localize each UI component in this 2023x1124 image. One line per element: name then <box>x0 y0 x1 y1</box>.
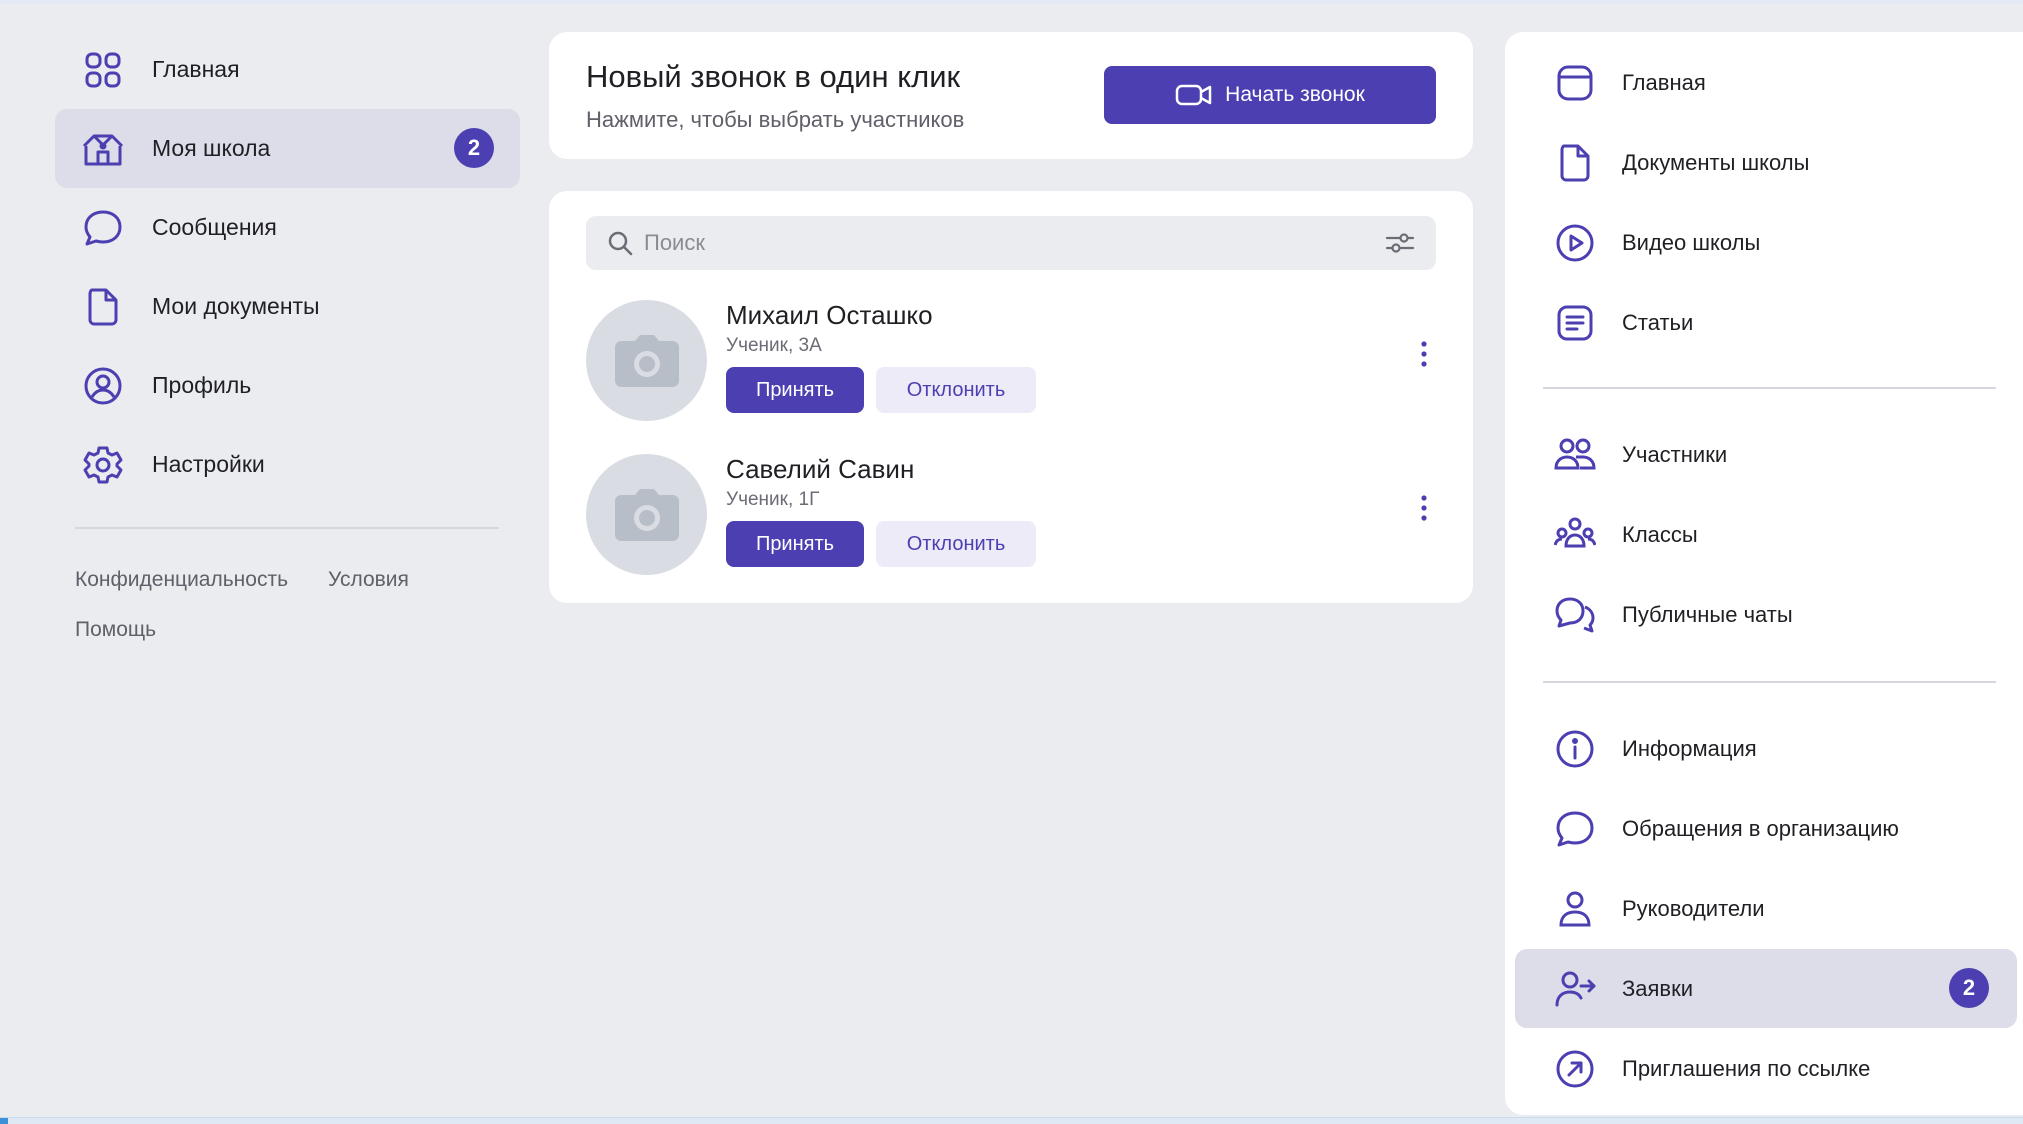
gear-icon <box>81 443 125 487</box>
divider <box>75 527 499 529</box>
school-nav-label: Классы <box>1622 521 1698 547</box>
school-nav-articles[interactable]: Статьи <box>1515 283 2017 362</box>
school-menu-panel: Главная Документы школы Видео школы Стат… <box>1505 32 2023 1115</box>
more-options-icon[interactable] <box>1412 338 1436 370</box>
school-nav-home[interactable]: Главная <box>1515 43 2017 122</box>
nav-item-profile[interactable]: Профиль <box>55 346 520 425</box>
decline-button[interactable]: Отклонить <box>876 367 1036 413</box>
divider <box>1543 387 1996 389</box>
school-nav-label: Обращения в организацию <box>1622 815 1899 841</box>
nav-item-label: Сообщения <box>152 214 277 240</box>
school-nav-label: Публичные чаты <box>1622 601 1793 627</box>
accept-button[interactable]: Принять <box>726 367 864 413</box>
requester-role: Ученик, 1Г <box>726 489 820 510</box>
camera-icon <box>614 488 679 541</box>
call-title: Новый звонок в один клик <box>586 59 961 94</box>
bottom-border <box>0 1117 2023 1124</box>
requester-role: Ученик, 3А <box>726 335 822 356</box>
user-arrow-icon <box>1553 967 1597 1011</box>
school-nav-label: Приглашения по ссылке <box>1622 1055 1871 1081</box>
request-item: Савелий Савин Ученик, 1Г Принять Отклони… <box>586 454 1436 579</box>
nav-item-messages[interactable]: Сообщения <box>55 188 520 267</box>
requester-name: Савелий Савин <box>726 454 915 484</box>
link-arrow-icon <box>1553 1047 1597 1091</box>
nav-item-my-school[interactable]: Моя школа 2 <box>55 109 520 188</box>
privacy-link[interactable]: Конфиденциальность <box>75 568 288 592</box>
school-nav-label: Видео школы <box>1622 229 1761 255</box>
message-icon <box>1553 807 1597 851</box>
start-call-button[interactable]: Начать звонок <box>1104 66 1436 124</box>
decline-button[interactable]: Отклонить <box>876 521 1036 567</box>
call-subtitle[interactable]: Нажмите, чтобы выбрать участников <box>586 107 964 133</box>
grid-icon <box>81 48 125 92</box>
school-nav-label: Руководители <box>1622 895 1765 921</box>
group-icon <box>1553 513 1597 557</box>
school-nav-label: Информация <box>1622 735 1757 761</box>
document-icon <box>81 285 125 329</box>
top-border <box>0 0 2023 4</box>
school-nav-label: Участники <box>1622 441 1728 467</box>
nav-item-my-documents[interactable]: Мои документы <box>55 267 520 346</box>
message-icon <box>81 206 125 250</box>
nav-item-label: Профиль <box>152 372 252 398</box>
nav-item-label: Главная <box>152 56 240 82</box>
nav-item-settings[interactable]: Настройки <box>55 425 520 504</box>
help-link[interactable]: Помощь <box>75 618 156 642</box>
school-nav-video[interactable]: Видео школы <box>1515 203 2017 282</box>
school-nav-label: Заявки <box>1622 975 1694 1001</box>
nav-item-label: Моя школа <box>152 135 271 161</box>
school-nav-information[interactable]: Информация <box>1515 709 2017 788</box>
notification-badge: 2 <box>1949 968 1989 1008</box>
nav-item-label: Настройки <box>152 451 265 477</box>
article-icon <box>1553 301 1597 345</box>
nav-item-home[interactable]: Главная <box>55 30 520 109</box>
school-nav-requests[interactable]: Заявки 2 <box>1515 949 2017 1028</box>
left-sidebar: Главная Моя школа 2 Сообщения Мои докуме… <box>55 30 520 504</box>
requests-card: Михаил Осташко Ученик, 3А Принять Отклон… <box>549 191 1473 603</box>
new-call-card: Новый звонок в один клик Нажмите, чтобы … <box>549 32 1473 159</box>
camera-icon <box>614 334 679 387</box>
chats-icon <box>1553 593 1597 637</box>
more-options-icon[interactable] <box>1412 492 1436 524</box>
school-nav-appeals[interactable]: Обращения в организацию <box>1515 789 2017 868</box>
nav-item-label: Мои документы <box>152 293 320 319</box>
requester-name: Михаил Осташко <box>726 300 933 330</box>
document-icon <box>1553 141 1597 185</box>
school-nav-members[interactable]: Участники <box>1515 415 2017 494</box>
video-camera-icon <box>1175 84 1212 106</box>
play-icon <box>1553 221 1597 265</box>
school-nav-invites[interactable]: Приглашения по ссылке <box>1515 1029 2017 1108</box>
school-nav-label: Документы школы <box>1622 149 1810 175</box>
request-item: Михаил Осташко Ученик, 3А Принять Отклон… <box>586 300 1436 425</box>
notification-badge: 2 <box>454 128 494 168</box>
search-input[interactable] <box>644 230 1364 256</box>
school-nav-managers[interactable]: Руководители <box>1515 869 2017 948</box>
accept-button[interactable]: Принять <box>726 521 864 567</box>
school-nav-label: Статьи <box>1622 309 1694 335</box>
school-icon <box>81 127 125 171</box>
filter-icon[interactable] <box>1384 229 1416 257</box>
school-nav-documents[interactable]: Документы школы <box>1515 123 2017 202</box>
school-nav-public-chats[interactable]: Публичные чаты <box>1515 575 2017 654</box>
footer-links: Конфиденциальность Условия Помощь <box>75 555 515 655</box>
users-icon <box>1553 433 1597 477</box>
divider <box>1543 681 1996 683</box>
terms-link[interactable]: Условия <box>328 568 409 592</box>
search-bar[interactable] <box>586 216 1436 270</box>
search-icon <box>608 231 633 256</box>
home-icon <box>1553 61 1597 105</box>
profile-icon <box>81 364 125 408</box>
avatar <box>586 454 707 575</box>
user-icon <box>1553 887 1597 931</box>
avatar <box>586 300 707 421</box>
start-call-label: Начать звонок <box>1225 83 1365 106</box>
info-icon <box>1553 727 1597 771</box>
school-nav-classes[interactable]: Классы <box>1515 495 2017 574</box>
school-nav-label: Главная <box>1622 69 1706 95</box>
